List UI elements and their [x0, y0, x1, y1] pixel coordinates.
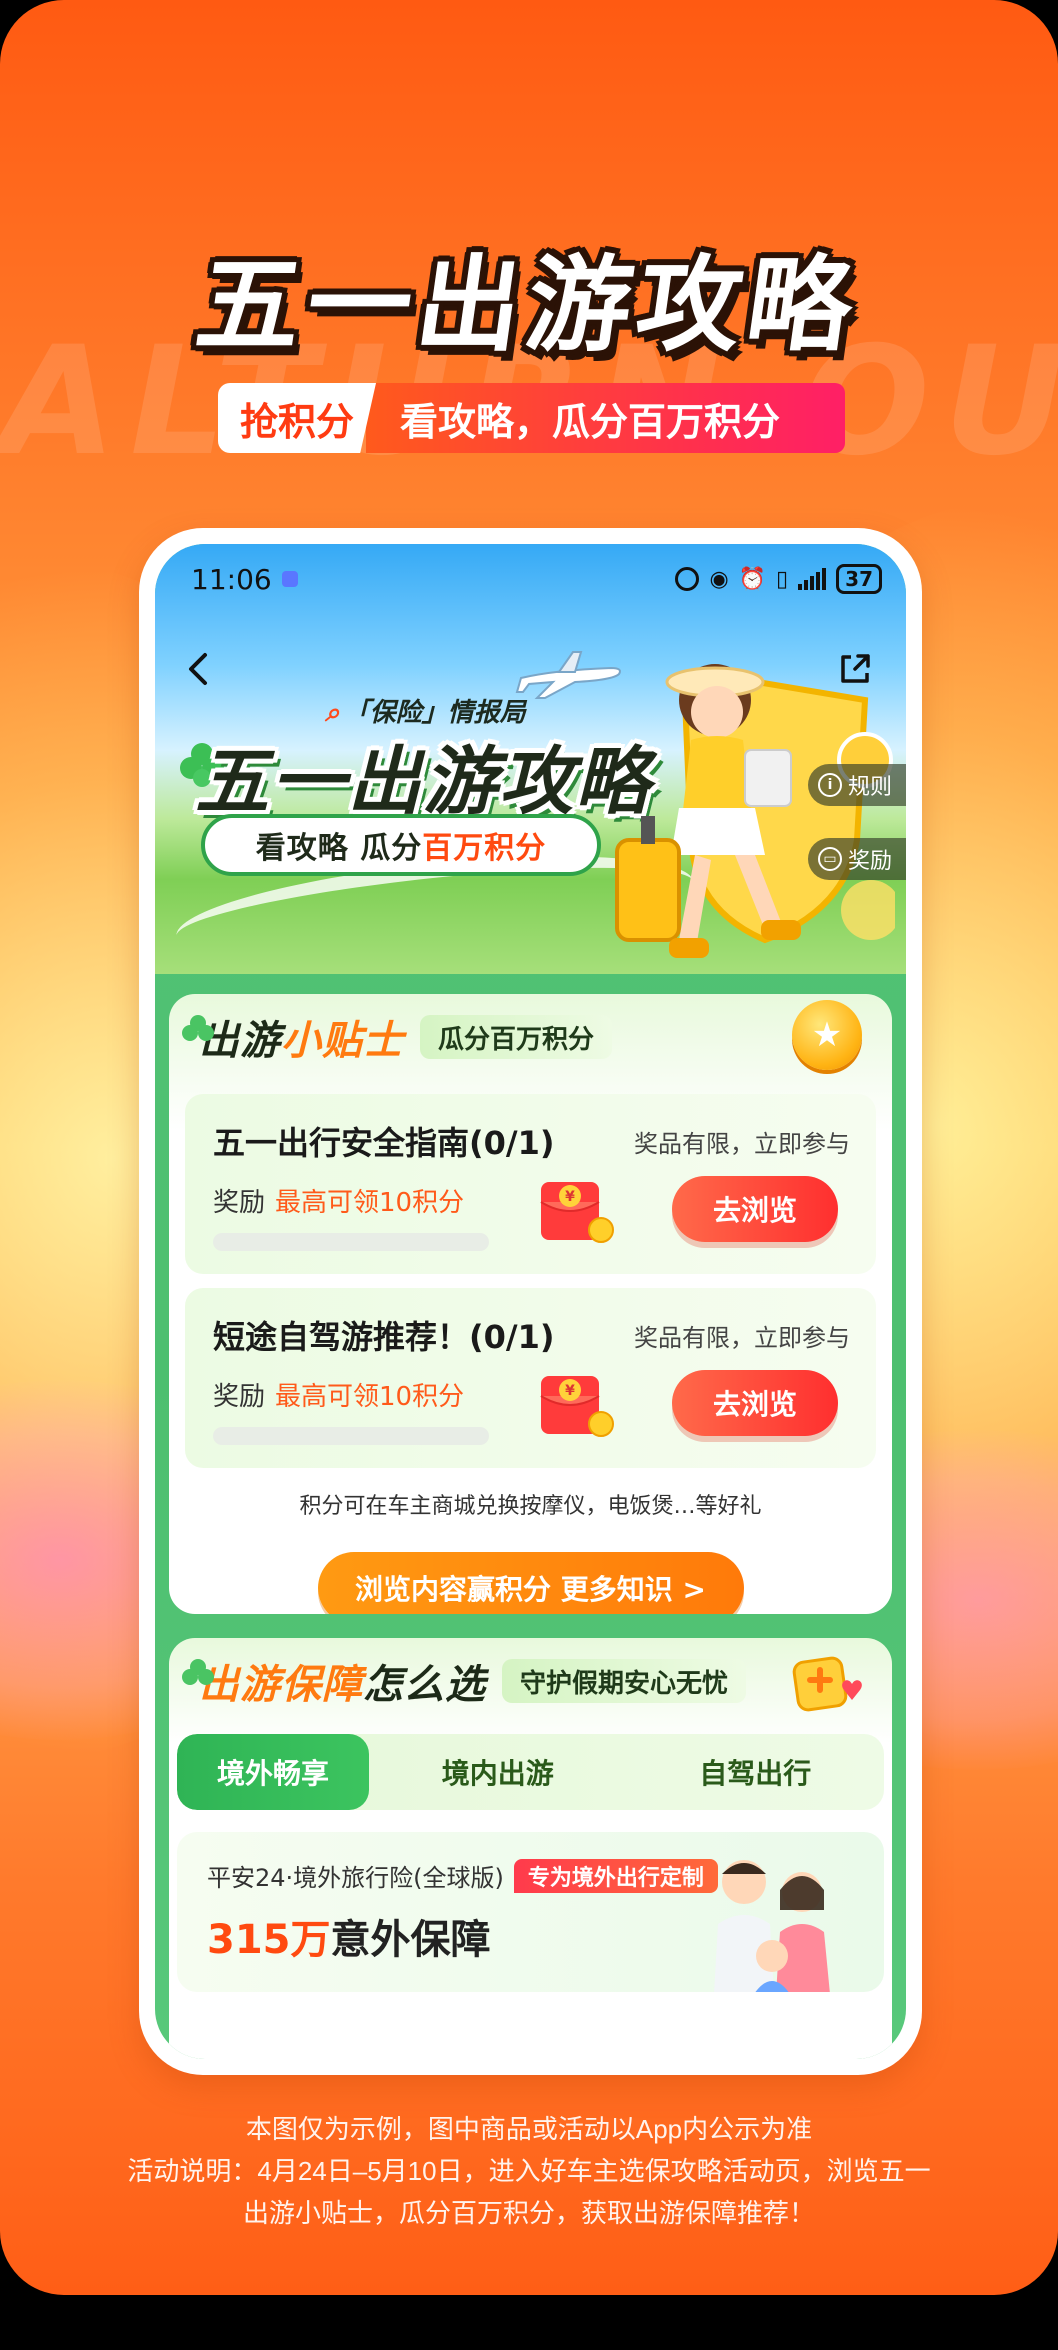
disclaimer-line: 本图仅为示例，图中商品或活动以App内公示为准 [245, 2114, 813, 2144]
task-note: 奖品有限，立即参与 [634, 1324, 850, 1352]
red-envelope-icon: ¥ [540, 1376, 614, 1437]
speed-icon [675, 567, 700, 591]
reward-button[interactable]: ▭ 奖励 [807, 838, 906, 880]
clover-icon [182, 1015, 214, 1041]
browse-button[interactable]: 去浏览 [672, 1176, 838, 1242]
back-button[interactable] [173, 644, 223, 694]
status-bar: 11:06 ◉ ⏰ ▯ 37 [155, 544, 906, 614]
svg-text:¥: ¥ [565, 1189, 575, 1205]
guard-pill: 守护假期安心无忧 [502, 1659, 747, 1703]
status-time: 11:06 [191, 562, 272, 596]
redeem-note: 积分可在车主商城兑换按摩仪，电饭煲…等好礼 [299, 1494, 762, 1519]
card-header: 出游保障怎么选 守护假期安心无忧 [169, 1638, 892, 1724]
insurance-guide-card: 出游保障怎么选 守护假期安心无忧 境外畅享 境内出游 自驾出行 平安24·境外旅… [169, 1638, 892, 2059]
app-screen: 11:06 ◉ ⏰ ▯ 37 ⌕ 「保险」情报局 五一出游攻略 看攻略 瓜分 百… [155, 544, 906, 2059]
poster-slogan-bar: 抢积分 看攻略，瓜分百万积分 [218, 383, 845, 453]
family-illustration [714, 1860, 830, 1992]
tab-self-drive[interactable]: 自驾出行 [627, 1734, 885, 1810]
star-icon: ★ [792, 1000, 862, 1070]
travel-tips-card: 出游小贴士 瓜分百万积分 ★ 五一出行安全指南(0/1) 奖品有限，立即参与 奖… [169, 994, 892, 1614]
insurance-tabs: 境外畅享 境内出游 自驾出行 [177, 1734, 884, 1810]
disclaimer-line: 活动说明：4月24日–5月10日，进入好车主选保攻略活动页，浏览五一 [127, 2156, 931, 2186]
notification-icon [281, 571, 298, 587]
poster-tag: 抢积分 [218, 383, 377, 453]
card-header: 出游小贴士 瓜分百万积分 ★ [169, 994, 892, 1080]
alarm-icon: ⏰ [738, 566, 767, 592]
task-progress-bar [213, 1427, 489, 1445]
status-icons: ◉ ⏰ ▯ 37 [675, 564, 882, 594]
info-icon: i [817, 773, 842, 797]
tab-overseas[interactable]: 境外畅享 [177, 1734, 369, 1810]
phone-frame: 11:06 ◉ ⏰ ▯ 37 ⌕ 「保险」情报局 五一出游攻略 看攻略 瓜分 百… [139, 528, 922, 2075]
red-envelope-icon: ¥ [540, 1182, 614, 1243]
product-name: 平安24·境外旅行险(全球版) [207, 1864, 504, 1892]
task-item: 五一出行安全指南(0/1) 奖品有限，立即参与 奖励 最高可领10积分 ¥ 去浏览 [185, 1094, 876, 1274]
tips-pill: 瓜分百万积分 [420, 1015, 613, 1059]
task-note: 奖品有限，立即参与 [634, 1130, 850, 1158]
signal-icon [798, 568, 827, 590]
insurance-product-card[interactable]: 平安24·境外旅行险(全球版) 专为境外出行定制 315万意外保障 [177, 1832, 884, 1992]
disclaimer-line: 出游小贴士，瓜分百万积分，获取出游保障推荐！ [242, 2198, 815, 2228]
task-item: 短途自驾游推荐！(0/1) 奖品有限，立即参与 奖励 最高可领10积分 ¥ 去浏览 [185, 1288, 876, 1468]
earn-points-button[interactable]: 浏览内容赢积分 更多知识 > [317, 1552, 744, 1614]
banner-title: 五一出游攻略 [195, 739, 651, 825]
ticket-icon: ▭ [817, 847, 842, 871]
tips-title: 出游小贴士 [199, 1018, 404, 1064]
gift-box-icon [792, 1656, 862, 1712]
svg-text:¥: ¥ [565, 1383, 575, 1399]
battery-icon: 37 [836, 564, 882, 594]
poster-background: ALTURN OUR 五一出游攻略 抢积分 看攻略，瓜分百万积分 11:06 ◉… [0, 0, 1058, 2295]
activity-banner: 11:06 ◉ ⏰ ▯ 37 ⌕ 「保险」情报局 五一出游攻略 看攻略 瓜分 百… [155, 544, 906, 981]
eye-icon: ◉ [709, 566, 729, 592]
poster-slogan: 看攻略，瓜分百万积分 [366, 383, 845, 453]
vibrate-icon: ▯ [776, 566, 789, 592]
task-progress-bar [213, 1233, 489, 1251]
poster-title: 五一出游攻略 [189, 244, 867, 366]
tab-domestic[interactable]: 境内出游 [369, 1734, 627, 1810]
footer-disclaimer: 本图仅为示例，图中商品或活动以App内公示为准 活动说明：4月24日–5月10日… [0, 2108, 1058, 2234]
banner-subtitle: 看攻略 瓜分 百万积分 [201, 814, 601, 876]
guard-title: 出游保障怎么选 [199, 1662, 486, 1708]
rules-button[interactable]: i 规则 [807, 764, 906, 806]
clover-icon [182, 1659, 214, 1685]
browse-button[interactable]: 去浏览 [672, 1370, 838, 1436]
chevron-left-icon [189, 653, 207, 685]
